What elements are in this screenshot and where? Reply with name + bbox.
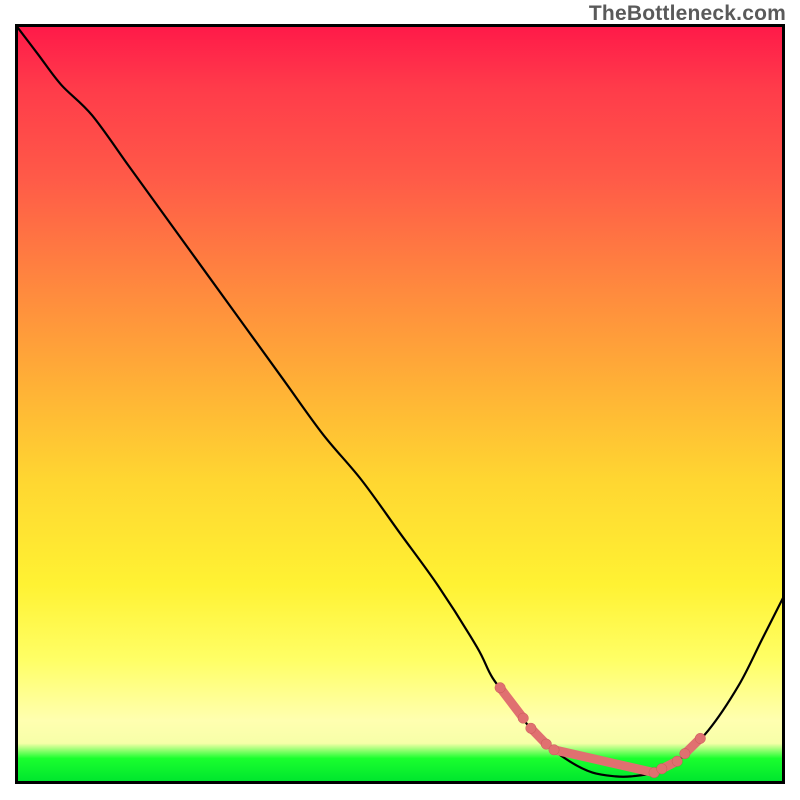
watermark-text: TheBottleneck.com — [589, 2, 786, 26]
chart-stage: TheBottleneck.com — [0, 0, 800, 800]
plot-area — [15, 24, 785, 784]
